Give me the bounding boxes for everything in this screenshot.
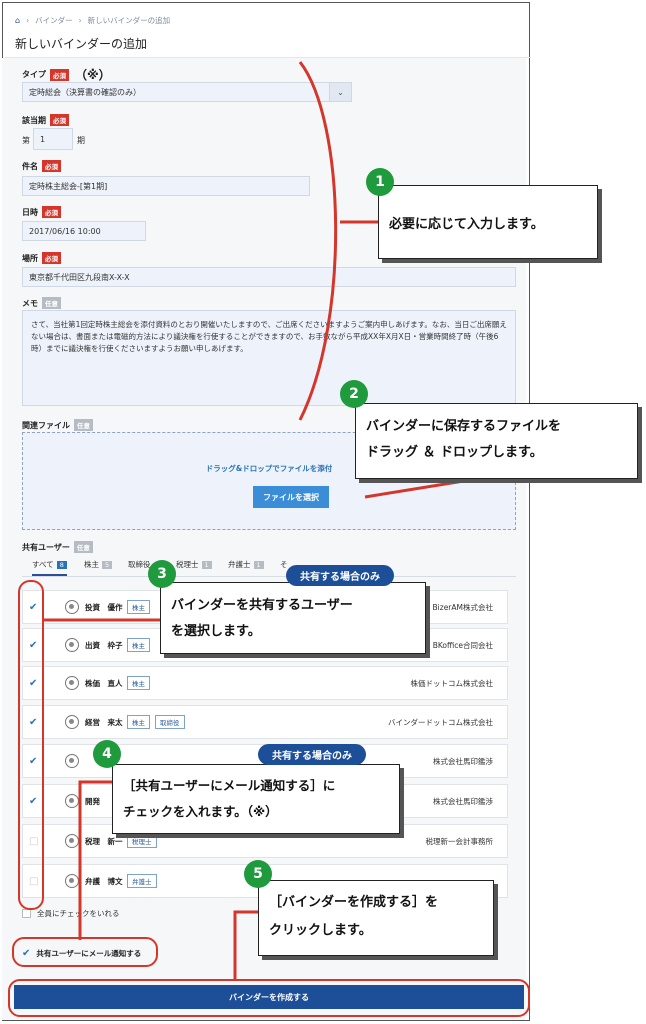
step-2-badge: 2 — [340, 380, 368, 408]
annotation-brace-1 — [298, 61, 338, 421]
callout-5-line2: クリックします。 — [269, 923, 372, 938]
callout-5: ［バインダーを作成する］を クリックします。 — [258, 880, 494, 956]
step-4-badge: 4 — [93, 740, 121, 768]
step-1-badge: 1 — [366, 168, 394, 196]
callout-3-line2: を選択します。 — [171, 624, 261, 639]
share-only-badge: 共有する場合のみ — [258, 744, 366, 765]
highlight-checkbox-column — [18, 580, 44, 910]
annotation-connector-2 — [364, 478, 471, 499]
callout-4-line1: ［共有ユーザーにメール通知する］に — [123, 778, 336, 793]
callout-1: 必要に応じて入力します。 — [378, 185, 598, 259]
callout-5-line1: ［バインダーを作成する］を — [269, 895, 439, 910]
callout-2-line1: バインダーに保存するファイルを — [366, 419, 562, 434]
callout-3: バインダーを共有するユーザー を選択します。 — [160, 582, 426, 654]
callout-2-line2: ドラッグ ＆ ドロップします。 — [366, 445, 543, 460]
step-3-badge: 3 — [148, 560, 176, 588]
annotation-lines — [44, 61, 471, 980]
highlight-notify-checkbox — [12, 937, 158, 967]
step-5-badge: 5 — [244, 860, 272, 888]
callout-2: バインダーに保存するファイルを ドラッグ ＆ ドロップします。 — [355, 403, 638, 479]
callout-1-text: 必要に応じて入力します。 — [389, 216, 544, 232]
highlight-create-button — [8, 979, 530, 1017]
share-only-badge: 共有する場合のみ — [286, 565, 394, 586]
callout-4: ［共有ユーザーにメール通知する］に チェックを入れます。（※） — [112, 764, 400, 834]
callout-4-line2: チェックを入れます。（※） — [123, 804, 278, 819]
callout-3-line1: バインダーを共有するユーザー — [171, 598, 353, 613]
